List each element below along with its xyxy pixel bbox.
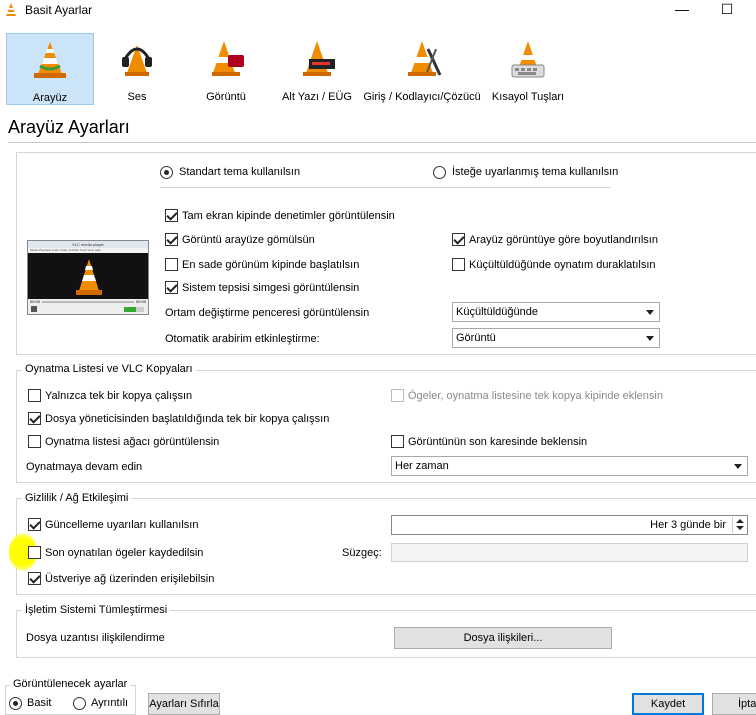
file-assoc-label: Dosya uzantısı ilişkilendirme	[26, 632, 165, 644]
preview-controls: 00:00 00:00	[28, 299, 148, 314]
advanced-settings-label: Ayrıntılı	[91, 697, 129, 709]
input-codec-icon	[408, 41, 442, 76]
vlc-cone-icon	[34, 42, 66, 78]
minimal-mode-checkbox[interactable]	[165, 258, 178, 271]
headphones-icon	[122, 45, 152, 76]
tab-input-codecs[interactable]: Giriş / Kodlayıcı/Çözücü	[362, 33, 482, 105]
minimal-mode-label: En sade görünüm kipinde başlatılsın	[182, 259, 360, 271]
chevron-down-icon	[646, 310, 654, 315]
update-interval-value: Her 3 günde bir	[650, 519, 726, 531]
chevron-down-icon	[734, 464, 742, 469]
tab-subtitles-label: Alt Yazı / EÜG	[282, 91, 352, 103]
advanced-settings-radio[interactable]	[73, 697, 86, 710]
interface-preview-image: VLC media player Media Playback Audio Vi…	[27, 240, 149, 315]
pause-last-frame-checkbox[interactable]	[391, 435, 404, 448]
category-toolbar: Arayüz Ses Görüntü Alt Yazı / EÜG Giriş …	[0, 28, 756, 106]
one-instance-file-checkbox[interactable]	[28, 412, 41, 425]
pause-minimized-label: Küçültüldüğünde oynatım duraklatılsın	[469, 259, 656, 271]
preview-time-start: 00:00	[30, 299, 41, 304]
tab-interface-label: Arayüz	[32, 92, 68, 104]
update-interval-spinbox[interactable]: Her 3 günde bir	[391, 515, 748, 535]
one-instance-checkbox[interactable]	[28, 389, 41, 402]
page-title: Arayüz Ayarları	[8, 117, 130, 137]
os-integration-legend: İşletim Sistemi Tümleştirmesi	[22, 604, 171, 616]
custom-theme-radio[interactable]	[433, 166, 446, 179]
tab-interface[interactable]: Arayüz	[6, 33, 94, 105]
filter-input[interactable]	[391, 543, 748, 562]
preview-play-button	[31, 306, 37, 312]
resize-interface-checkbox[interactable]	[452, 233, 465, 246]
continue-playback-dropdown[interactable]: Her zaman	[391, 456, 748, 476]
hotkeys-icon	[511, 41, 545, 78]
auto-raise-label: Otomatik arabirim etkinleştirme:	[165, 333, 320, 345]
playlist-tree-checkbox[interactable]	[28, 435, 41, 448]
popup-dropdown[interactable]: Küçültüldüğünde	[452, 302, 660, 322]
preview-titlebar: VLC media player	[28, 241, 148, 248]
spinner-arrows-icon[interactable]	[732, 517, 746, 533]
cancel-button[interactable]: İptal	[712, 693, 756, 715]
show-settings-legend: Görüntülenecek ayarlar	[10, 678, 131, 690]
metadata-network-label: Üstveriye ağ üzerinden erişilebilsin	[45, 573, 215, 585]
update-notify-label: Güncelleme uyarıları kullanılsın	[45, 519, 199, 531]
fullscreen-controls-checkbox[interactable]	[165, 209, 178, 222]
vlc-app-icon	[6, 3, 16, 16]
auto-raise-dropdown[interactable]: Görüntü	[452, 328, 660, 348]
update-notify-checkbox[interactable]	[28, 518, 41, 531]
one-instance-label: Yalnızca tek bir kopya çalışsın	[45, 390, 193, 402]
playlist-tree-label: Oynatma listesi ağacı görüntülensin	[45, 436, 220, 448]
reset-preferences-button[interactable]: Ayarları Sıfırla	[148, 693, 220, 715]
tab-video-label: Görüntü	[206, 91, 246, 103]
continue-playback-value: Her zaman	[395, 460, 449, 472]
preview-menubar: Media Playback Audio Video Subtitle Tool…	[28, 248, 148, 253]
popup-label: Ortam değiştirme penceresi görüntülensin	[165, 307, 370, 319]
custom-theme-label: İsteğe uyarlanmış tema kullanılsın	[452, 166, 619, 178]
recent-items-label: Son oynatılan ögeler kaydedilsin	[45, 547, 204, 559]
tab-video[interactable]: Görüntü	[180, 33, 272, 105]
enqueue-checkbox[interactable]	[391, 389, 404, 402]
preview-volume	[124, 307, 144, 312]
basic-settings-label: Basit	[27, 697, 52, 709]
tab-hotkeys-label: Kısayol Tuşları	[491, 91, 565, 103]
auto-raise-dropdown-value: Görüntü	[456, 332, 496, 344]
resize-interface-label: Arayüz görüntüye göre boyutlandırılsın	[469, 234, 658, 246]
standard-theme-radio[interactable]	[160, 166, 173, 179]
preview-time-end: 00:00	[135, 299, 146, 304]
enqueue-label: Ögeler, oynatma listesine tek kopya kipi…	[408, 390, 663, 402]
standard-theme-label: Standart tema kullanılsın	[179, 166, 301, 178]
chevron-down-icon	[646, 336, 654, 341]
tab-subtitles[interactable]: Alt Yazı / EÜG	[272, 33, 362, 105]
tab-audio-label: Ses	[127, 91, 147, 103]
fullscreen-controls-label: Tam ekran kipinde denetimler görüntülens…	[182, 210, 395, 222]
save-button[interactable]: Kaydet	[632, 693, 704, 715]
embed-video-checkbox[interactable]	[165, 233, 178, 246]
one-instance-file-label: Dosya yöneticisinden başlatıldığında tek…	[45, 413, 330, 425]
popup-dropdown-value: Küçültüldüğünde	[456, 306, 538, 318]
continue-playback-label: Oynatmaya devam edin	[26, 461, 143, 473]
maximize-button[interactable]: ☐	[705, 0, 749, 21]
subtitles-icon	[303, 41, 335, 76]
window-title: Basit Ayarlar	[25, 3, 93, 17]
tab-input-codecs-label: Giriş / Kodlayıcı/Çözücü	[363, 91, 481, 103]
file-associations-button[interactable]: Dosya ilişkileri...	[394, 627, 612, 649]
vlc-cone-icon	[76, 259, 102, 295]
video-icon	[212, 41, 244, 76]
privacy-group-legend: Gizlilik / Ağ Etkileşimi	[22, 492, 132, 504]
basic-settings-radio[interactable]	[9, 697, 22, 710]
theme-divider	[160, 187, 610, 188]
filter-label: Süzgeç:	[342, 547, 382, 559]
heading-divider	[8, 142, 756, 143]
metadata-network-checkbox[interactable]	[28, 572, 41, 585]
systray-label: Sistem tepsisi simgesi görüntülensin	[182, 282, 360, 294]
embed-video-label: Görüntü arayüze gömülsün	[182, 234, 315, 246]
playlist-group-legend: Oynatma Listesi ve VLC Kopyaları	[22, 363, 196, 375]
tab-audio[interactable]: Ses	[94, 33, 180, 105]
pause-last-frame-label: Görüntünün son karesinde beklensin	[408, 436, 588, 448]
systray-checkbox[interactable]	[165, 281, 178, 294]
preview-seekbar	[42, 301, 134, 303]
pause-minimized-checkbox[interactable]	[452, 258, 465, 271]
title-bar: Basit Ayarlar — ☐	[0, 0, 756, 21]
tab-hotkeys[interactable]: Kısayol Tuşları	[482, 33, 574, 105]
recent-items-checkbox[interactable]	[28, 546, 41, 559]
minimize-button[interactable]: —	[660, 0, 704, 21]
